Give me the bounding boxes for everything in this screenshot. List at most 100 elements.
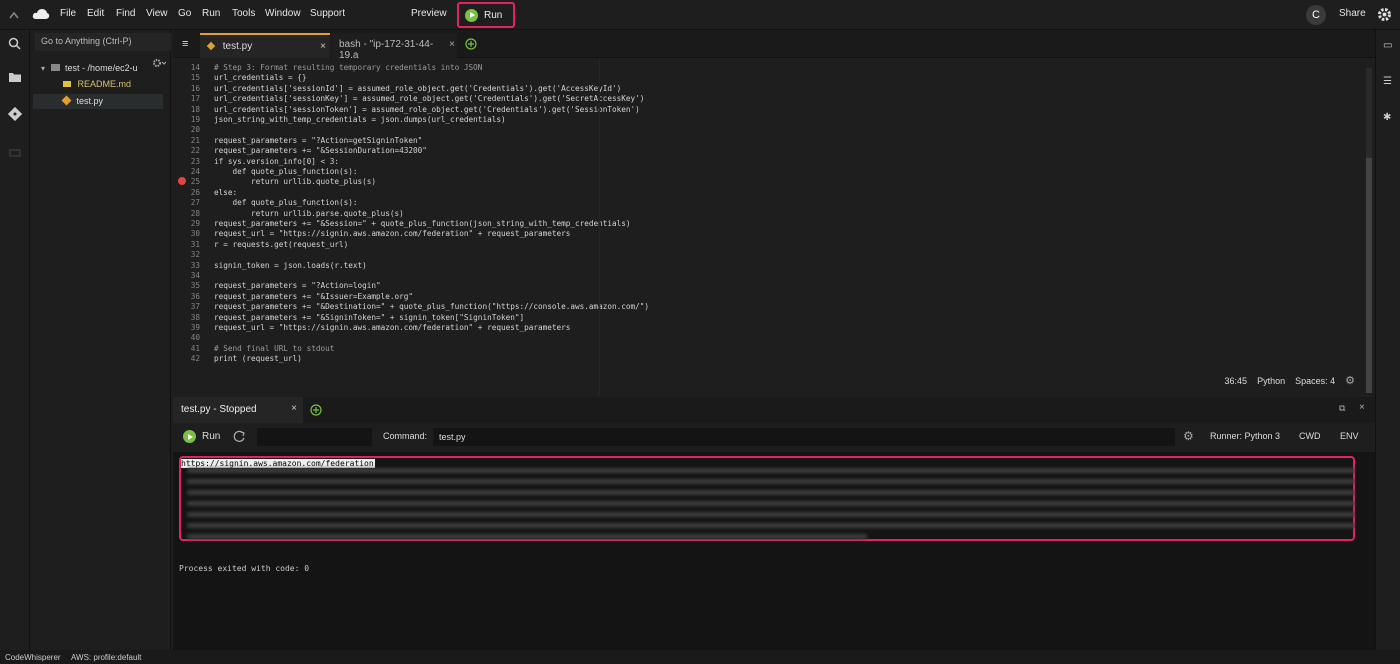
line-number[interactable]: 40 (173, 333, 200, 343)
line-number[interactable]: 32 (173, 250, 200, 260)
command-input[interactable]: test.py (433, 428, 1175, 446)
line-number[interactable]: 21 (173, 136, 200, 146)
code-line[interactable]: url_credentials = {} (214, 73, 307, 83)
collaborate-icon[interactable]: ▭ (1383, 40, 1392, 51)
menu-tools[interactable]: Tools (232, 8, 255, 19)
language-mode[interactable]: Python (1257, 376, 1285, 387)
scrollbar-thumb[interactable] (1366, 158, 1372, 393)
runner-settings-icon[interactable]: ⚙ (1183, 429, 1194, 443)
collapse-icon[interactable] (8, 10, 20, 20)
line-number[interactable]: 18 (173, 105, 200, 115)
line-number[interactable]: 39 (173, 323, 200, 333)
menu-support[interactable]: Support (310, 8, 345, 19)
code-line[interactable]: request_url = "https://signin.aws.amazon… (214, 229, 570, 239)
tree-item-testpy[interactable]: test.py (61, 95, 103, 106)
code-line[interactable]: if sys.version_info[0] < 3: (214, 157, 339, 167)
line-number[interactable]: 37 (173, 302, 200, 312)
line-number[interactable]: 38 (173, 313, 200, 323)
line-number[interactable]: 29 (173, 219, 200, 229)
code-editor[interactable]: 14 # Step 3: Format resulting temporary c… (173, 58, 1375, 395)
code-line[interactable]: url_credentials['sessionId'] = assumed_r… (214, 84, 621, 94)
runner-run-button[interactable]: Run (183, 430, 220, 443)
git-icon[interactable] (8, 107, 22, 121)
outline-icon[interactable]: ☰ (1383, 76, 1392, 87)
cwd-button[interactable]: CWD (1299, 431, 1321, 441)
line-number[interactable]: 35 (173, 281, 200, 291)
code-line[interactable]: url_credentials['sessionKey'] = assumed_… (214, 94, 644, 104)
line-number[interactable]: 27 (173, 198, 200, 208)
cloud9-logo-icon[interactable] (32, 7, 50, 21)
code-line[interactable]: signin_token = json.loads(r.text) (214, 261, 367, 271)
aws-profile-status[interactable]: AWS: profile:default (71, 653, 141, 662)
line-number[interactable]: 28 (173, 209, 200, 219)
code-line[interactable]: def quote_plus_function(s): (214, 167, 358, 177)
code-line[interactable]: r = requests.get(request_url) (214, 240, 348, 250)
search-icon[interactable] (8, 37, 22, 51)
folder-icon[interactable] (8, 70, 22, 84)
code-line[interactable]: print (request_url) (214, 354, 302, 364)
tree-item-readme[interactable]: README.md (63, 79, 131, 89)
error-marker-icon[interactable] (178, 177, 186, 185)
codewhisperer-status[interactable]: CodeWhisperer (5, 653, 61, 662)
line-number[interactable]: 22 (173, 146, 200, 156)
maximize-icon[interactable]: ⧉ (1339, 403, 1345, 414)
menu-run[interactable]: Run (202, 8, 220, 19)
cursor-position[interactable]: 36:45 (1225, 376, 1248, 387)
code-line[interactable]: # Step 3: Format resulting temporary cre… (214, 63, 482, 73)
code-line[interactable]: request_url = "https://signin.aws.amazon… (214, 323, 570, 333)
line-number[interactable]: 25 (173, 177, 200, 187)
indent-setting[interactable]: Spaces: 4 (1295, 376, 1335, 387)
menu-view[interactable]: View (146, 8, 168, 19)
gear-icon[interactable] (1377, 7, 1392, 22)
line-number[interactable]: 14 (173, 63, 200, 73)
line-number[interactable]: 41 (173, 344, 200, 354)
code-line[interactable]: json_string_with_temp_credentials = json… (214, 115, 506, 125)
close-panel-icon[interactable]: × (1359, 402, 1365, 413)
code-line[interactable]: request_parameters += "&Issuer=Example.o… (214, 292, 413, 302)
line-number[interactable]: 16 (173, 84, 200, 94)
menu-window[interactable]: Window (265, 8, 301, 19)
tab-test-py[interactable]: test.py × (200, 33, 330, 58)
goto-anything-input[interactable]: Go to Anything (Ctrl-P) (35, 33, 171, 51)
line-number[interactable]: 34 (173, 271, 200, 281)
menu-edit[interactable]: Edit (87, 8, 104, 19)
tab-bash[interactable]: bash - "ip-172-31-44-19.a × (331, 33, 457, 61)
close-icon[interactable]: × (449, 39, 455, 50)
code-line[interactable]: request_parameters += "&SigninToken=" + … (214, 313, 524, 323)
line-number[interactable]: 26 (173, 188, 200, 198)
code-line[interactable]: request_parameters = "?Action=getSigninT… (214, 136, 422, 146)
env-button[interactable]: ENV (1340, 431, 1359, 441)
code-line[interactable]: def quote_plus_function(s): (214, 198, 358, 208)
line-number[interactable]: 24 (173, 167, 200, 177)
line-number[interactable]: 42 (173, 354, 200, 364)
runner-selector[interactable]: Runner: Python 3 (1210, 431, 1280, 441)
line-number[interactable]: 23 (173, 157, 200, 167)
preview-button[interactable]: Preview (411, 8, 447, 19)
menu-file[interactable]: File (60, 8, 76, 19)
line-number[interactable]: 30 (173, 229, 200, 239)
add-tab-icon[interactable] (465, 38, 477, 50)
code-line[interactable]: url_credentials['sessionToken'] = assume… (214, 105, 640, 115)
tab-runner[interactable]: test.py - Stopped × (173, 397, 303, 423)
line-number[interactable]: 20 (173, 125, 200, 135)
tree-settings-icon[interactable] (152, 58, 166, 68)
line-number[interactable]: 19 (173, 115, 200, 125)
run-button[interactable]: Run (457, 2, 515, 28)
code-line[interactable]: request_parameters = "?Action=login" (214, 281, 381, 291)
runner-output[interactable]: https://signin.aws.amazon.com/federation… (173, 452, 1375, 650)
code-line[interactable]: request_parameters += "&Session=" + quot… (214, 219, 631, 229)
line-number[interactable]: 15 (173, 73, 200, 83)
menu-go[interactable]: Go (178, 8, 191, 19)
line-number[interactable]: 17 (173, 94, 200, 104)
debugger-icon[interactable]: ✱ (1383, 112, 1391, 123)
runner-args-input[interactable] (257, 428, 372, 446)
close-icon[interactable]: × (320, 41, 326, 52)
code-line[interactable]: return urllib.parse.quote_plus(s) (214, 209, 404, 219)
close-icon[interactable]: × (291, 403, 297, 414)
menu-hamburger-icon[interactable]: ≡ (182, 38, 188, 50)
line-number[interactable]: 31 (173, 240, 200, 250)
tree-root[interactable]: ▾ test - /home/ec2-u (41, 63, 138, 73)
restart-icon[interactable] (233, 430, 246, 443)
line-number[interactable]: 33 (173, 261, 200, 271)
menu-find[interactable]: Find (116, 8, 135, 19)
